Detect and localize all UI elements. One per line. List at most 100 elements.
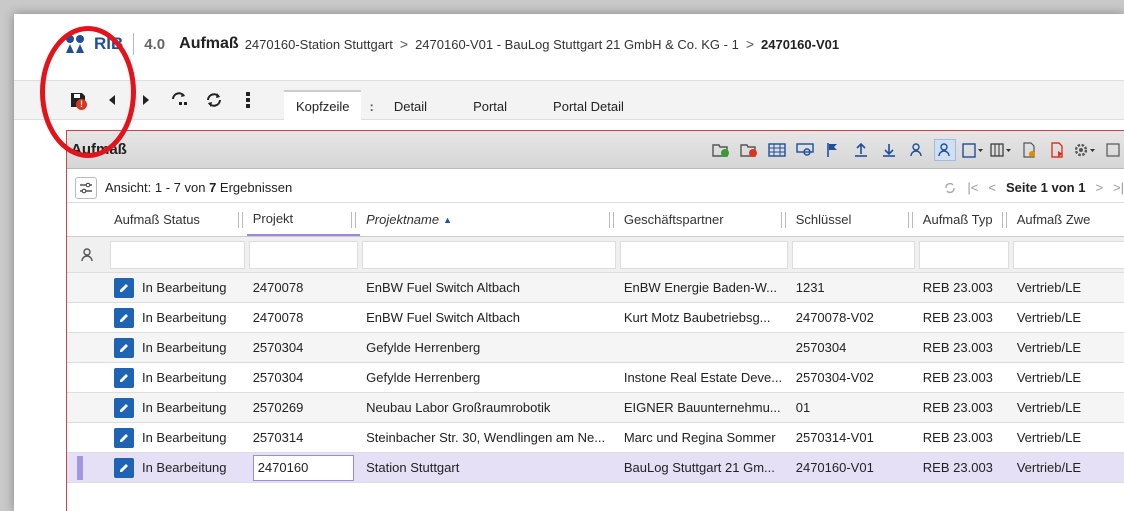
filter-projekt-input[interactable] [248, 240, 359, 269]
filter-zweck[interactable] [1011, 237, 1124, 272]
tab-detail[interactable]: Detail [382, 92, 439, 120]
cell-projekt[interactable]: 2470078 [247, 273, 360, 302]
cell-typ[interactable]: REB 23.003 [917, 273, 1011, 302]
flag-button[interactable] [822, 139, 844, 161]
cell-status[interactable]: In Bearbeitung [108, 303, 247, 332]
cell-geschaeftspartner[interactable] [618, 333, 790, 362]
row-marker[interactable] [67, 453, 108, 482]
save-warning-button[interactable]: ! [66, 88, 90, 112]
cell-zweck[interactable]: Vertrieb/LE [1011, 393, 1124, 422]
export-button[interactable] [1018, 139, 1040, 161]
cell-status[interactable]: In Bearbeitung [108, 273, 247, 302]
row-marker[interactable] [67, 273, 108, 302]
cell-status[interactable]: In Bearbeitung [108, 363, 247, 392]
first-page-icon[interactable]: |< [967, 180, 978, 195]
table-row[interactable]: In Bearbeitung 2570304 Gefylde Herrenberg I… [67, 363, 1124, 393]
refresh-button[interactable] [202, 88, 226, 112]
maximize-button[interactable] [1102, 139, 1124, 161]
tab-portal-detail[interactable]: Portal Detail [541, 92, 636, 120]
cell-projektname[interactable]: Gefylde Herrenberg [360, 363, 618, 392]
filter-typ-input[interactable] [918, 240, 1009, 269]
cell-projektname[interactable]: Neubau Labor Großraumrobotik [360, 393, 618, 422]
column-header-projektname[interactable]: Projektname ▲ [360, 203, 618, 236]
cell-geschaeftspartner[interactable]: Marc und Regina Sommer [618, 423, 790, 452]
cell-zweck[interactable]: Vertrieb/LE [1011, 453, 1124, 482]
print-button[interactable] [1046, 139, 1068, 161]
cell-geschaeftspartner[interactable]: Kurt Motz Baubetriebsg... [618, 303, 790, 332]
cell-typ[interactable]: REB 23.003 [917, 423, 1011, 452]
cell-typ[interactable]: REB 23.003 [917, 333, 1011, 362]
cell-geschaeftspartner[interactable]: EIGNER Bauunternehmu... [618, 393, 790, 422]
cell-zweck[interactable]: Vertrieb/LE [1011, 273, 1124, 302]
column-header-status[interactable]: Aufmaß Status [108, 203, 247, 236]
table-row[interactable]: In Bearbeitung 2570269 Neubau Labor Großra… [67, 393, 1124, 423]
cell-typ[interactable]: REB 23.003 [917, 453, 1011, 482]
column-header-geschaeftspartner[interactable]: Geschäftspartner [618, 203, 790, 236]
cell-schluessel[interactable]: 2470078-V02 [790, 303, 917, 332]
column-header-zweck[interactable]: Aufmaß Zwe [1011, 203, 1124, 236]
cell-geschaeftspartner[interactable]: Instone Real Estate Deve... [618, 363, 790, 392]
filter-geschaeftspartner[interactable] [618, 237, 790, 272]
column-header-schluessel[interactable]: Schlüssel [790, 203, 917, 236]
row-marker[interactable] [67, 423, 108, 452]
filter-projektname[interactable] [360, 237, 618, 272]
row-marker[interactable] [67, 393, 108, 422]
filter-status-input[interactable] [110, 240, 245, 269]
cell-projekt[interactable]: 2470078 [247, 303, 360, 332]
filter-projektname-input[interactable] [362, 240, 616, 269]
user-search-button[interactable] [906, 139, 928, 161]
cell-editor[interactable]: 2470160 [252, 454, 355, 481]
cell-status[interactable]: In Bearbeitung [108, 453, 247, 482]
new-record-button[interactable] [710, 139, 732, 161]
cell-typ[interactable]: REB 23.003 [917, 303, 1011, 332]
next-page-icon[interactable]: > [1095, 180, 1103, 195]
last-page-icon[interactable]: >| [1113, 180, 1124, 195]
rib-logo[interactable]: RIB [64, 33, 123, 55]
cell-schluessel[interactable]: 2470160-V01 [790, 453, 917, 482]
delete-record-button[interactable] [738, 139, 760, 161]
clipboard-dropdown-button[interactable] [962, 139, 984, 161]
settings-dropdown-button[interactable] [1074, 139, 1096, 161]
cell-projektname[interactable]: EnBW Fuel Switch Altbach [360, 303, 618, 332]
cell-geschaeftspartner[interactable]: BauLog Stuttgart 21 Gm... [618, 453, 790, 482]
table-row[interactable]: In Bearbeitung 2470078 EnBW Fuel Switch Al… [67, 303, 1124, 333]
cell-status[interactable]: In Bearbeitung [108, 393, 247, 422]
breadcrumb-item-project[interactable]: 2470160-Station Stuttgart [245, 37, 393, 52]
table-row[interactable]: In Bearbeitung 2570304 Gefylde Herrenberg 2… [67, 333, 1124, 363]
cell-projekt[interactable]: 2470160 [247, 453, 360, 482]
cell-typ[interactable]: REB 23.003 [917, 393, 1011, 422]
cell-geschaeftspartner[interactable]: EnBW Energie Baden-W... [618, 273, 790, 302]
search-view-button[interactable] [794, 139, 816, 161]
filter-schluessel[interactable] [790, 237, 917, 272]
cell-projektname[interactable]: Steinbacher Str. 30, Wendlingen am Ne... [360, 423, 618, 452]
filter-schluessel-input[interactable] [791, 240, 915, 269]
table-row[interactable]: In Bearbeitung 2470160 Station Stuttgart Ba… [67, 453, 1124, 483]
tab-menu-button[interactable]: : [361, 92, 381, 120]
tab-portal[interactable]: Portal [461, 92, 519, 120]
refresh-selection-button[interactable] [168, 88, 192, 112]
more-options-button[interactable] [236, 88, 260, 112]
cell-projektname[interactable]: Station Stuttgart [360, 453, 618, 482]
filter-icon-cell[interactable] [67, 237, 108, 272]
user-filter-button[interactable] [934, 138, 956, 161]
table-row[interactable]: In Bearbeitung 2470078 EnBW Fuel Switch Al… [67, 273, 1124, 303]
move-up-button[interactable] [850, 139, 872, 161]
filter-geschaeftspartner-input[interactable] [620, 240, 788, 269]
cell-status[interactable]: In Bearbeitung [108, 423, 247, 452]
row-marker[interactable] [67, 333, 108, 362]
cell-status[interactable]: In Bearbeitung [108, 333, 247, 362]
tab-kopfzeile[interactable]: Kopfzeile [284, 90, 362, 120]
view-settings-button[interactable] [75, 176, 97, 199]
move-down-button[interactable] [878, 139, 900, 161]
cell-projekt[interactable]: 2570269 [247, 393, 360, 422]
cell-schluessel[interactable]: 1231 [790, 273, 917, 302]
next-button[interactable] [134, 88, 158, 112]
prev-page-icon[interactable]: < [988, 180, 996, 195]
filter-typ[interactable] [917, 237, 1011, 272]
cell-schluessel[interactable]: 2570304 [790, 333, 917, 362]
previous-button[interactable] [100, 88, 124, 112]
cell-schluessel[interactable]: 2570304-V02 [790, 363, 917, 392]
cell-projektname[interactable]: Gefylde Herrenberg [360, 333, 618, 362]
column-header-projekt[interactable]: Projekt [246, 203, 361, 236]
table-row[interactable]: In Bearbeitung 2570314 Steinbacher Str. 30… [67, 423, 1124, 453]
